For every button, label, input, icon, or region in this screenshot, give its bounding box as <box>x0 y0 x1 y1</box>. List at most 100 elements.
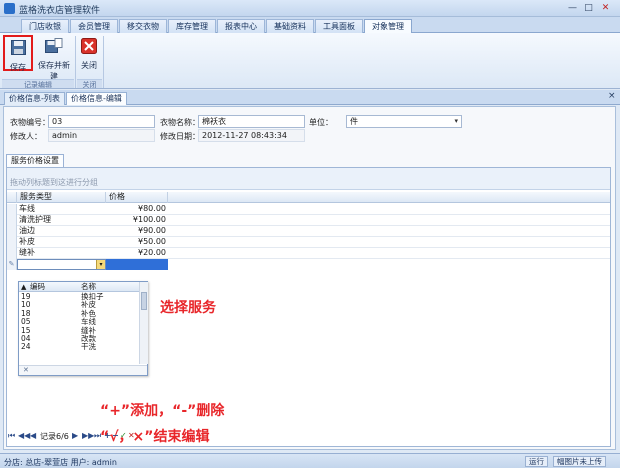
popup-item[interactable]: 24 干洗 <box>19 343 139 351</box>
edit-pencil-icon: ✎ <box>7 259 17 270</box>
row-indicator <box>7 226 17 237</box>
cell-price[interactable]: ¥50.00 <box>106 237 168 248</box>
modifier-label: 修改人： <box>10 132 42 141</box>
cell-price[interactable]: ¥90.00 <box>106 226 168 237</box>
cell-service[interactable]: 车线 <box>17 204 106 215</box>
tab-reports[interactable]: 报表中心 <box>217 19 265 33</box>
annotation-add-delete: “+”添加，“-”删除 <box>100 403 225 419</box>
cancel-edit-icon[interactable]: ✕ <box>128 431 135 440</box>
confirm-edit-icon[interactable]: ✓ <box>120 431 127 440</box>
maximize-button[interactable]: □ <box>582 2 595 14</box>
new-row[interactable]: ✎ ▾ <box>7 259 610 270</box>
tab-member[interactable]: 会员管理 <box>70 19 118 33</box>
tab-store-cashier[interactable]: 门店收银 <box>21 19 69 33</box>
title-bar: 蓝格洗衣店管理软件 — □ ✕ <box>0 0 620 17</box>
name-label: 衣物名称： <box>160 118 200 127</box>
ribbon-divider <box>103 36 104 88</box>
window-title: 蓝格洗衣店管理软件 <box>19 6 101 16</box>
prev-page-icon[interactable]: ◀◀ <box>18 431 30 440</box>
table-row[interactable]: 油边 ¥90.00 <box>7 226 610 237</box>
status-upload[interactable]: 幅图片未上传 <box>553 456 606 467</box>
tab-object-management[interactable]: 对象管理 <box>364 19 412 34</box>
service-combo-editor[interactable]: ▾ <box>17 259 106 270</box>
status-online: 运行 <box>525 456 548 467</box>
ribbon-tab-strip: 门店收银 会员管理 移交衣物 库存管理 报表中心 基础资料 工具面板 对象管理 <box>0 17 620 34</box>
first-record-icon[interactable]: ⏮ <box>8 431 15 441</box>
popup-item[interactable]: 04 改款 <box>19 334 139 343</box>
date-label: 修改日期： <box>160 132 200 141</box>
popup-footer: ✕ <box>19 365 147 375</box>
popup-item[interactable]: 19 换扣子 <box>19 293 139 301</box>
cell-price[interactable]: ¥80.00 <box>106 204 168 215</box>
status-bar: 分店: 总店-翠萱店 用户: admin 运行 幅图片未上传 <box>0 453 620 468</box>
grid-header: 服务类型 价格 <box>7 192 610 203</box>
date-field: 2012-11-27 08:43:34 <box>198 129 305 142</box>
group-by-panel[interactable]: 拖动列标题到这进行分组 <box>7 168 610 190</box>
cell-price[interactable]: ¥100.00 <box>106 215 168 226</box>
cell-price-edit[interactable] <box>106 259 168 270</box>
tab-service-price[interactable]: 服务价格设置 <box>6 154 64 167</box>
annotation-select-service: 选择服务 <box>160 300 216 316</box>
next-record-icon[interactable]: ▶ <box>72 431 78 440</box>
cell-price[interactable]: ¥20.00 <box>106 248 168 259</box>
close-button[interactable]: 关闭 <box>78 35 100 71</box>
cell-service[interactable]: 清洗护理 <box>17 215 106 226</box>
close-label: 关闭 <box>81 61 97 70</box>
group-record-edit: 记录编辑 <box>2 79 74 89</box>
save-new-icon <box>45 38 63 53</box>
save-and-new-button[interactable]: 保存并新建 <box>35 35 73 81</box>
close-red-icon <box>81 38 97 54</box>
save-button[interactable]: 保存 <box>3 35 33 72</box>
table-row[interactable]: 缝补 ¥20.00 <box>7 248 610 259</box>
popup-item[interactable]: 15 缝补 <box>19 326 139 335</box>
prev-record-icon[interactable]: ◀ <box>30 431 36 440</box>
popup-header: ▲ 编码 名称 <box>19 282 139 292</box>
tab-inventory[interactable]: 库存管理 <box>168 19 216 33</box>
group-close: 关闭 <box>77 79 102 89</box>
row-indicator <box>7 204 17 215</box>
name-field[interactable]: 棉袄衣 <box>198 115 305 128</box>
table-row[interactable]: 车线 ¥80.00 <box>7 204 610 215</box>
row-indicator <box>7 248 17 259</box>
table-row[interactable]: 清洗护理 ¥100.00 <box>7 215 610 226</box>
doc-tab-price-edit[interactable]: 价格信息-编辑 <box>66 92 127 105</box>
cell-service[interactable]: 缝补 <box>17 248 106 259</box>
row-indicator <box>7 237 17 248</box>
save-label: 保存 <box>10 63 26 72</box>
cell-service[interactable]: 油边 <box>17 226 106 237</box>
popup-header-code[interactable]: 编码 <box>30 282 45 291</box>
record-navigator: ⏮ ◀◀ ◀ 记录6/6 ▶ ▶▶ ⏭ + − ✓ ✕ <box>6 430 611 444</box>
next-page-icon[interactable]: ▶▶ <box>82 431 94 440</box>
close-window-button[interactable]: ✕ <box>599 2 612 14</box>
tab-basic-data[interactable]: 基础资料 <box>266 19 314 33</box>
close-doc-icon[interactable]: × <box>608 91 616 101</box>
tab-transfer[interactable]: 移交衣物 <box>119 19 167 33</box>
table-row[interactable]: 补皮 ¥50.00 <box>7 237 610 248</box>
popup-header-name[interactable]: 名称 <box>81 282 96 291</box>
header-price[interactable]: 价格 <box>106 192 168 203</box>
cell-service[interactable]: 补皮 <box>17 237 106 248</box>
popup-scrollbar[interactable] <box>139 282 148 364</box>
tab-tools[interactable]: 工具面板 <box>315 19 363 33</box>
code-field[interactable]: 03 <box>48 115 155 128</box>
code-label: 衣物编号： <box>10 118 50 127</box>
add-record-icon[interactable]: + <box>104 431 111 440</box>
dropdown-arrow-icon[interactable]: ▾ <box>96 260 105 269</box>
last-record-icon[interactable]: ⏭ <box>94 431 101 441</box>
row-indicator <box>7 215 17 226</box>
popup-item[interactable]: 05 车线 <box>19 318 139 326</box>
minimize-button[interactable]: — <box>566 2 579 14</box>
header-service-type[interactable]: 服务类型 <box>17 192 106 203</box>
unit-select[interactable]: 件 ▾ <box>346 115 462 128</box>
clear-icon[interactable]: ✕ <box>23 366 29 374</box>
popup-item[interactable]: 10 补皮 <box>19 301 139 309</box>
popup-item[interactable]: 18 补色 <box>19 309 139 318</box>
modifier-field: admin <box>48 129 155 142</box>
document-tabs: 价格信息-列表 价格信息-编辑 × <box>0 90 620 105</box>
delete-record-icon[interactable]: − <box>112 431 119 440</box>
floppy-disk-icon <box>11 40 26 55</box>
sort-icon: ▲ <box>21 283 27 291</box>
doc-tab-price-list[interactable]: 价格信息-列表 <box>4 92 65 105</box>
record-counter: 记录6/6 <box>40 432 69 441</box>
scroll-thumb[interactable] <box>141 292 147 310</box>
